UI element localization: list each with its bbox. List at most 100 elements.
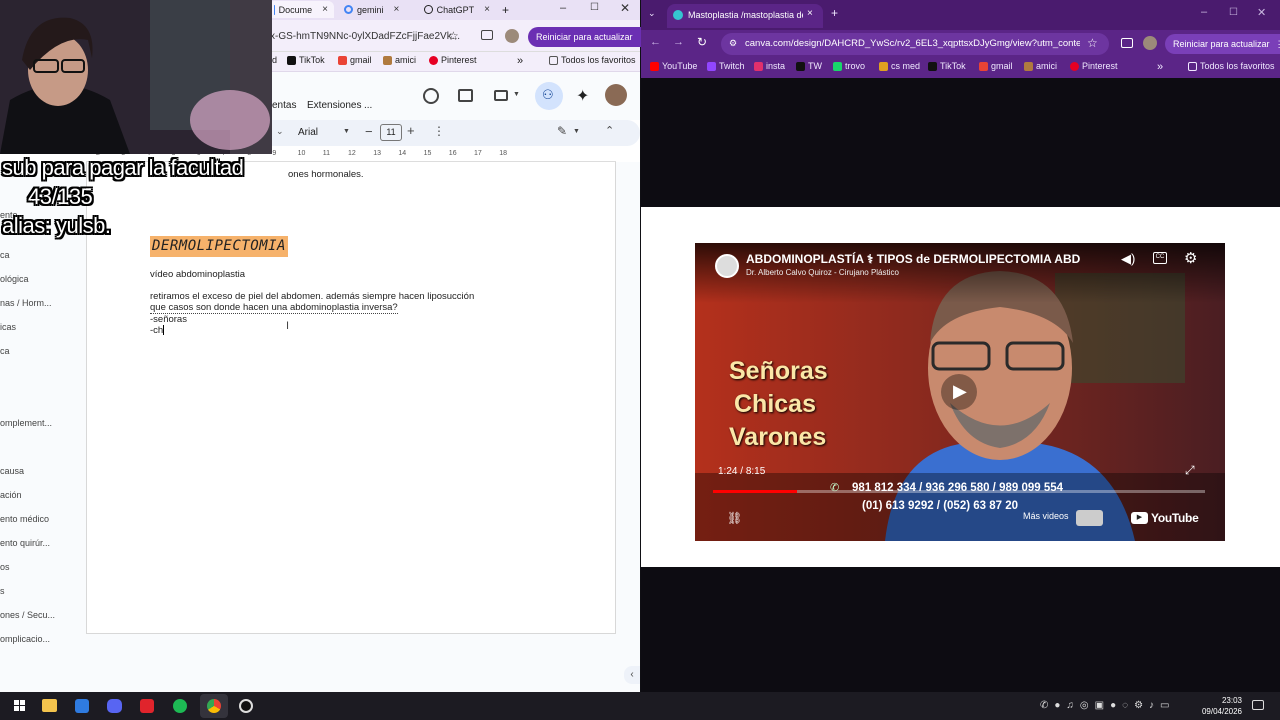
close-window-icon[interactable]: ✕ xyxy=(1257,6,1266,19)
tab-chatgpt[interactable]: ChatGPT × xyxy=(418,1,496,18)
doc-page[interactable] xyxy=(86,162,616,634)
reload-icon[interactable]: ↻ xyxy=(697,35,707,49)
comment-icon[interactable] xyxy=(458,89,473,102)
bookmark-pinterest[interactable]: Pinterest xyxy=(429,55,477,65)
bookmark-youtube[interactable]: YouTube xyxy=(650,61,697,71)
chevron-down-icon[interactable]: ▼ xyxy=(513,91,520,98)
bookmark-cs-med[interactable]: cs med xyxy=(879,61,920,71)
bookmark-pinterest[interactable]: Pinterest xyxy=(1070,61,1118,71)
maximize-icon[interactable]: ☐ xyxy=(590,2,599,13)
url-field[interactable]: ⚙ canva.com/design/DAHCRD_YwSc/rv2_6EL3_… xyxy=(721,33,1109,55)
captions-icon[interactable]: CC xyxy=(1153,252,1167,264)
tab-search-icon[interactable]: ⌄ xyxy=(648,8,656,19)
bookmark-twitch[interactable]: Twitch xyxy=(707,61,745,71)
update-button[interactable]: Reiniciar para actualizar ⋮ xyxy=(528,27,655,47)
outline-item[interactable]: ento quirúr... xyxy=(0,538,50,548)
collapse-menus-icon[interactable]: ⌃ xyxy=(605,124,614,137)
new-tab-button[interactable]: + xyxy=(496,1,515,18)
youtube-logo[interactable]: ▶ YouTube xyxy=(1131,511,1199,525)
outline-item[interactable]: icas xyxy=(0,322,16,332)
chrome-taskbar-button[interactable] xyxy=(200,694,228,718)
bookmark-d[interactable]: d xyxy=(272,55,277,65)
outline-item[interactable]: ento médico xyxy=(0,514,49,524)
bookmark-trovo[interactable]: trovo xyxy=(833,61,865,71)
bookmark-amici[interactable]: amici xyxy=(1024,61,1057,71)
menu-extensions[interactable]: Extensiones xyxy=(307,100,361,111)
outline-item[interactable]: omplicacio... xyxy=(0,634,50,644)
windows-start-icon[interactable] xyxy=(14,700,26,712)
link-icon[interactable]: ⛓ xyxy=(727,511,742,525)
font-size-decrease-button[interactable]: − xyxy=(365,124,373,139)
bookmark-tiktok[interactable]: TikTok xyxy=(928,61,966,71)
bookmark-gmail[interactable]: gmail xyxy=(979,61,1013,71)
meet-icon[interactable] xyxy=(494,90,508,101)
side-panel-toggle[interactable]: ‹ xyxy=(624,666,640,684)
bookmark-gmail[interactable]: gmail xyxy=(338,55,372,65)
menu-more[interactable]: ... xyxy=(364,100,372,111)
bookmark-tw[interactable]: TW xyxy=(796,61,822,71)
font-family-select[interactable]: Arial xyxy=(298,127,318,138)
star-icon[interactable]: ☆ xyxy=(448,29,459,43)
obs-icon[interactable] xyxy=(239,699,253,713)
app-red-icon[interactable] xyxy=(140,699,154,713)
more-videos-thumbnail[interactable] xyxy=(1076,510,1103,526)
channel-avatar[interactable] xyxy=(715,254,739,278)
play-button[interactable]: ▶ xyxy=(941,374,977,410)
menu-tools[interactable]: entas xyxy=(272,100,296,111)
more-videos-button[interactable]: Más videos xyxy=(1023,511,1069,521)
notifications-icon[interactable] xyxy=(1252,700,1264,710)
outline-item[interactable]: ca xyxy=(0,346,10,356)
minimize-icon[interactable]: – xyxy=(1201,6,1207,18)
close-window-icon[interactable]: ✕ xyxy=(620,1,630,15)
spotify-icon[interactable] xyxy=(173,699,187,713)
url-field[interactable]: x-GS-hmTN9NNc-0ylXDadFZcFjjFae2Vk... xyxy=(270,27,470,47)
chevron-right-icon[interactable]: » xyxy=(1157,61,1163,73)
video-channel[interactable]: Dr. Alberto Calvo Quiroz - Cirujano Plás… xyxy=(746,268,899,277)
font-size-input[interactable]: 11 xyxy=(380,124,402,141)
tab-canva[interactable]: Mastoplastia /mastoplastia de × xyxy=(667,4,823,28)
media-icon[interactable] xyxy=(1121,38,1133,48)
bookmark-tiktok[interactable]: TikTok xyxy=(287,55,325,65)
profile-avatar[interactable] xyxy=(505,29,519,43)
outline-item[interactable]: s xyxy=(0,586,5,596)
bookmark-insta[interactable]: insta xyxy=(754,61,785,71)
outline-item[interactable]: causa xyxy=(0,466,24,476)
all-bookmarks[interactable]: Todos los favoritos xyxy=(1188,61,1275,71)
outline-item[interactable]: omplement... xyxy=(0,418,52,428)
minimize-icon[interactable]: – xyxy=(560,2,566,14)
outline-item[interactable]: ación xyxy=(0,490,22,500)
file-explorer-icon[interactable] xyxy=(42,699,57,712)
maximize-icon[interactable]: ☐ xyxy=(1229,7,1238,18)
share-button[interactable]: ⚇ xyxy=(535,82,563,110)
star-icon[interactable]: ☆ xyxy=(1087,36,1098,50)
all-bookmarks[interactable]: Todos los favoritos xyxy=(549,55,636,65)
close-icon[interactable]: × xyxy=(484,4,490,15)
more-vert-icon[interactable]: ⋮ xyxy=(433,124,445,138)
history-icon[interactable] xyxy=(423,88,439,104)
fullscreen-icon[interactable]: ⤢ xyxy=(1185,463,1195,478)
account-avatar[interactable] xyxy=(605,84,627,106)
editing-mode-pencil-icon[interactable]: ✎ xyxy=(557,124,567,138)
system-tray-icons[interactable]: ✆●♫◎▣●◌⚙♪▭ xyxy=(1040,700,1176,711)
tab-docs[interactable]: Docume × xyxy=(268,1,334,18)
font-size-increase-button[interactable]: + xyxy=(407,123,415,138)
outline-item[interactable]: ca xyxy=(0,250,10,260)
forward-icon[interactable]: → xyxy=(673,36,684,48)
clock[interactable]: 23:03 09/04/2026 xyxy=(1190,695,1242,717)
chevron-down-icon[interactable]: ▼ xyxy=(573,128,580,135)
update-button[interactable]: Reiniciar para actualizar ⋮ xyxy=(1165,34,1280,54)
profile-avatar[interactable] xyxy=(1143,36,1157,50)
close-icon[interactable]: × xyxy=(322,4,328,15)
video-title[interactable]: ABDOMINOPLASTÍA ⚕ TIPOS de DERMOLIPECTOM… xyxy=(746,252,1101,266)
volume-icon[interactable]: ◀) xyxy=(1121,251,1135,267)
outline-item[interactable]: ones / Secu... xyxy=(0,610,55,620)
close-icon[interactable]: × xyxy=(394,4,400,15)
chevron-down-icon[interactable]: ▼ xyxy=(343,128,350,135)
store-icon[interactable] xyxy=(75,699,89,713)
outline-item[interactable]: nas / Horm... xyxy=(0,298,52,308)
back-icon[interactable]: ← xyxy=(650,36,661,48)
close-icon[interactable]: × xyxy=(807,8,813,19)
youtube-embed[interactable]: ABDOMINOPLASTÍA ⚕ TIPOS de DERMOLIPECTOM… xyxy=(695,243,1225,541)
chevron-right-icon[interactable]: » xyxy=(517,55,523,67)
site-info-icon[interactable]: ⚙ xyxy=(729,38,737,49)
